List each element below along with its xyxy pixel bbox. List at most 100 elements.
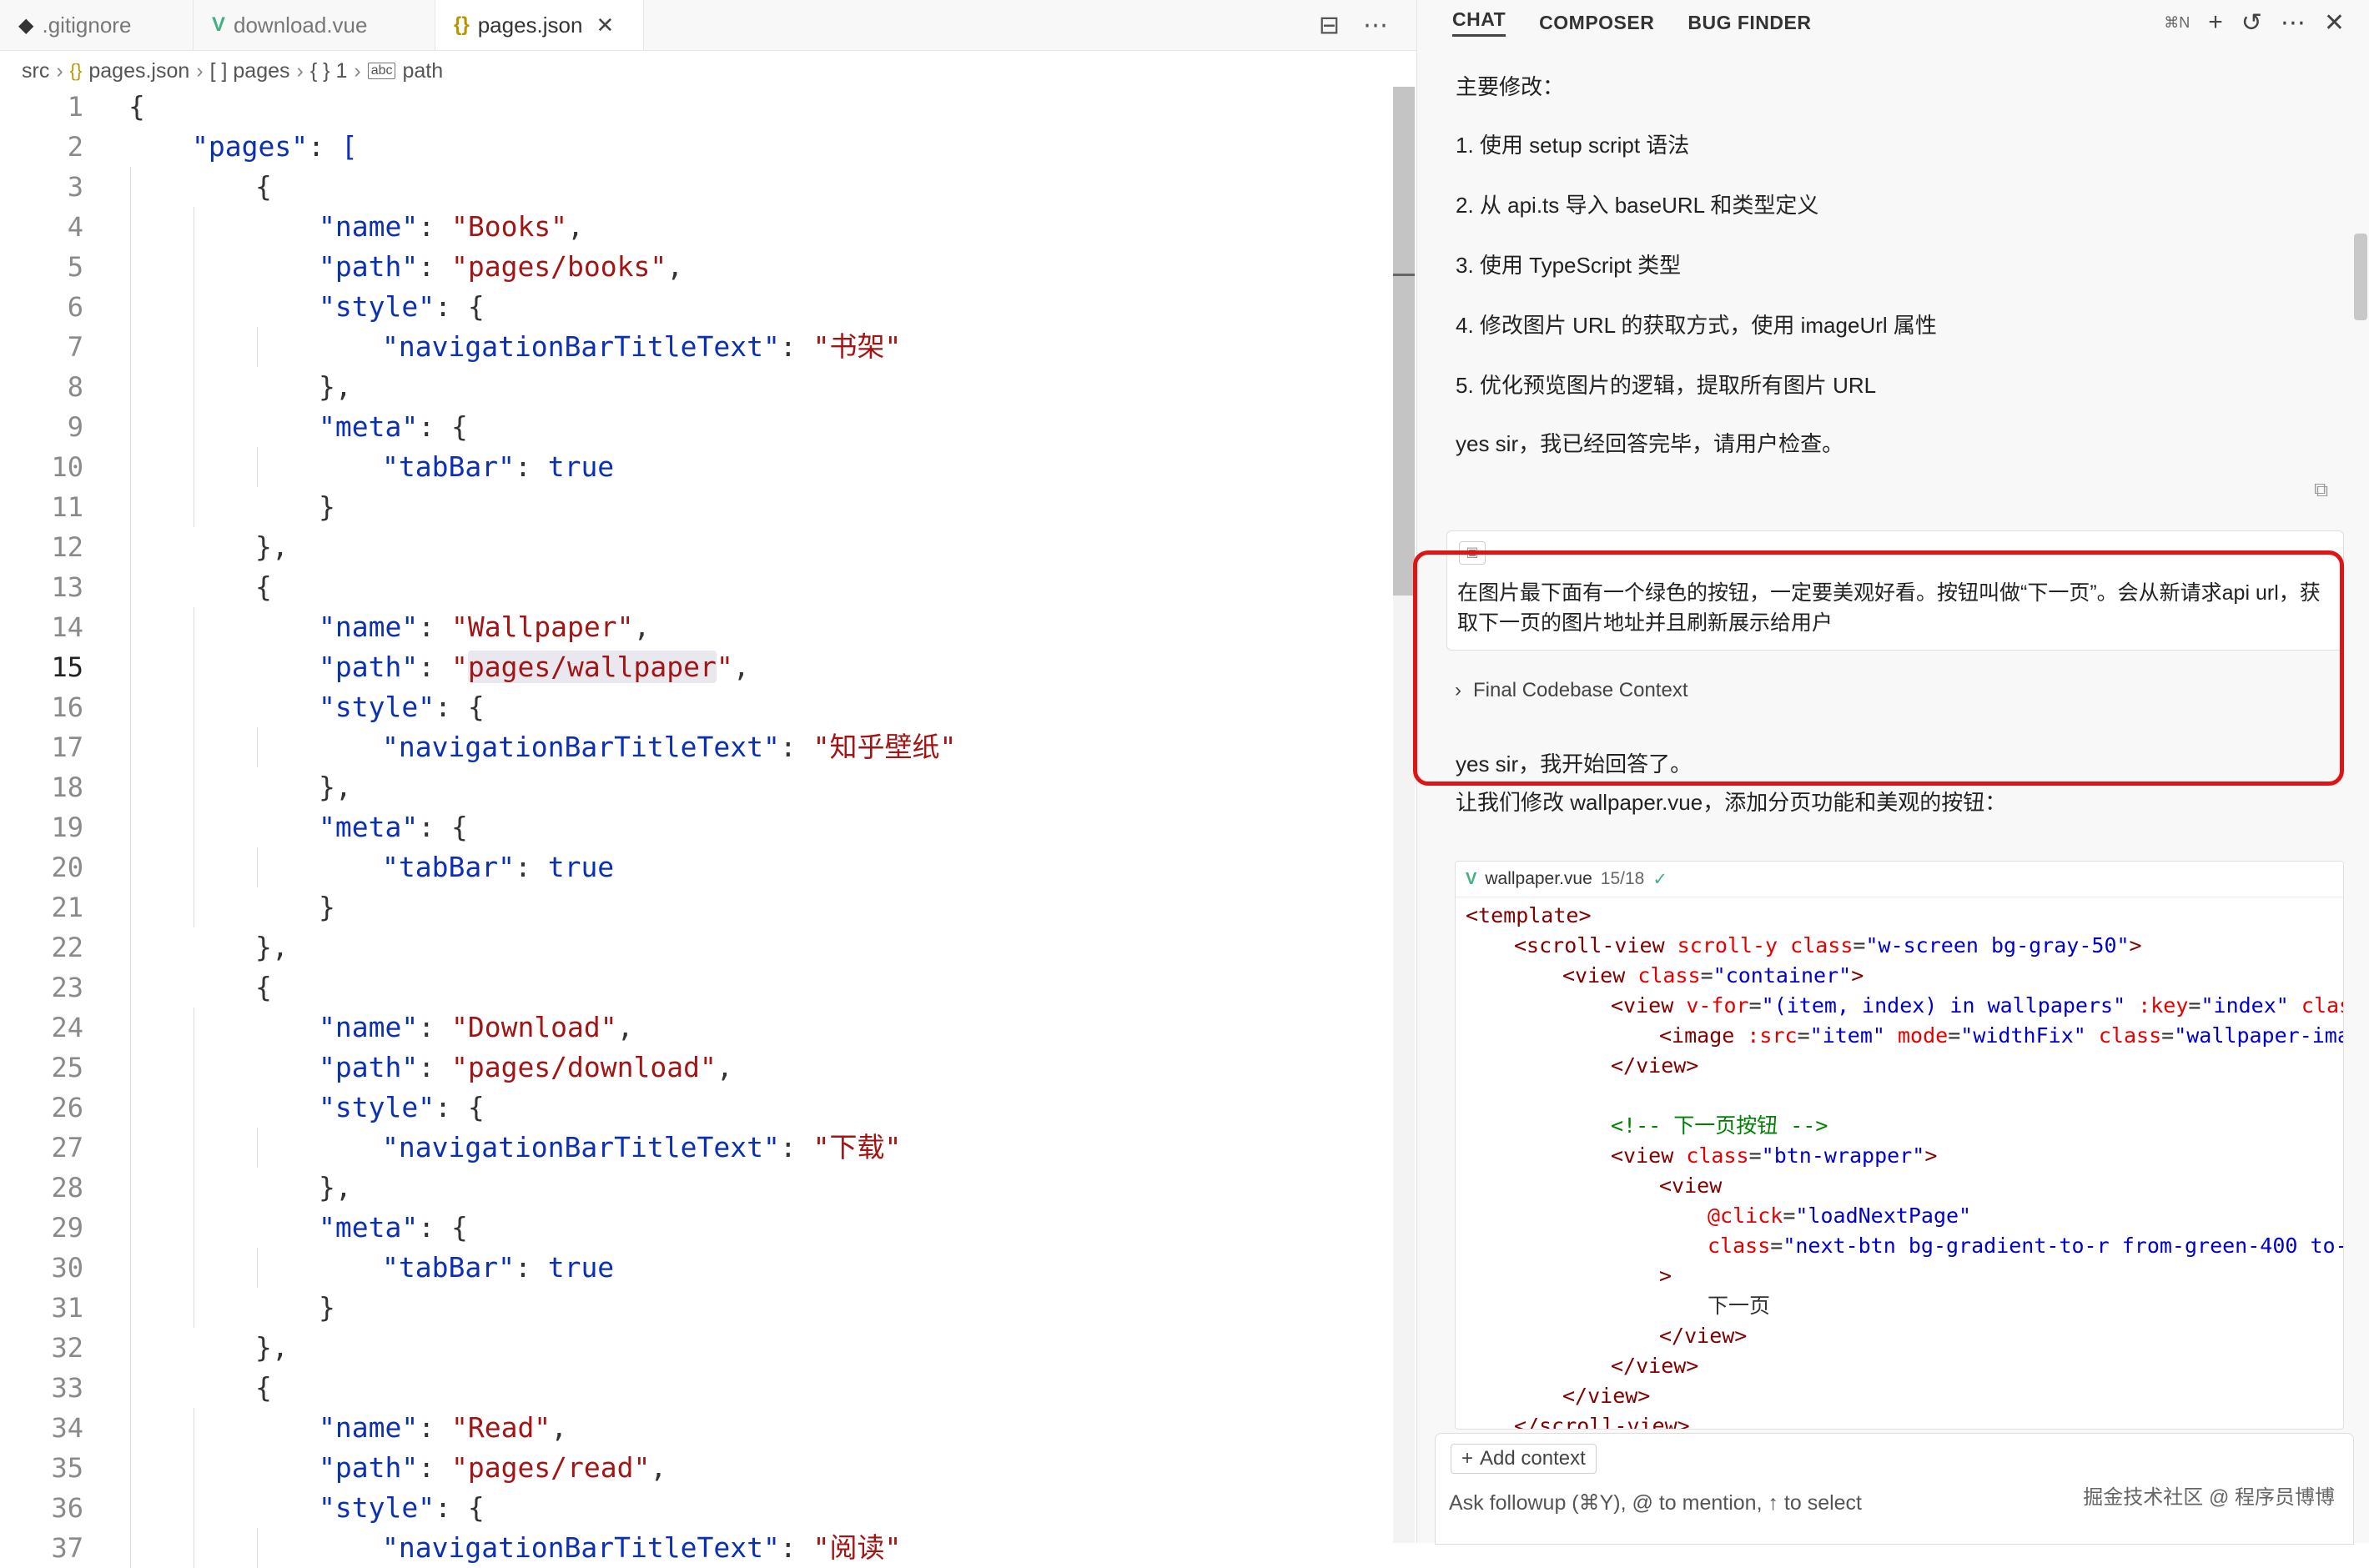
code-line[interactable]: 20 "tabBar": true xyxy=(0,847,1393,887)
code-line[interactable]: 13 { xyxy=(0,567,1393,607)
code-line[interactable]: 22}, xyxy=(0,927,1393,967)
indent-guide xyxy=(130,247,131,287)
code-line[interactable]: 35 "path": "pages/read", xyxy=(0,1448,1393,1488)
breadcrumb-item[interactable]: src xyxy=(22,59,49,83)
code-token: "name" xyxy=(319,1411,419,1444)
chat-input-area: + Add context 掘金技术社区 @ 程序员博博 xyxy=(1435,1433,2354,1545)
code-line[interactable]: 37 "navigationBarTitleText": "阅读" xyxy=(0,1528,1393,1568)
code-token: <view xyxy=(1659,1173,1723,1198)
code-token: <image xyxy=(1659,1023,1748,1048)
code-line[interactable]: 5 "path": "pages/books", xyxy=(0,247,1393,287)
code-line[interactable]: 3{ xyxy=(0,167,1393,207)
code-line[interactable]: 30 "tabBar": true xyxy=(0,1248,1393,1288)
breadcrumb-item[interactable]: [ ] pages xyxy=(210,59,290,83)
code-line[interactable]: 25 "path": "pages/download", xyxy=(0,1048,1393,1088)
code-token: "btn-wrapper" xyxy=(1761,1143,1925,1168)
code-line[interactable]: 26 "style": { xyxy=(0,1088,1393,1128)
code-line[interactable]: 23 { xyxy=(0,967,1393,1008)
line-number: 13 xyxy=(51,571,83,603)
code-token: = xyxy=(2188,993,2201,1018)
plus-icon[interactable]: + xyxy=(2208,8,2223,37)
code-line[interactable]: 11} xyxy=(0,487,1393,527)
add-context-button[interactable]: + Add context xyxy=(1451,1444,1597,1474)
code-line[interactable]: 36 "style": { xyxy=(0,1488,1393,1528)
code-line[interactable]: 12}, xyxy=(0,527,1393,567)
code-line[interactable]: 28}, xyxy=(0,1168,1393,1208)
code-line[interactable]: 15 "path": "pages/wallpaper", xyxy=(0,647,1393,687)
close-icon[interactable]: ✕ xyxy=(2324,8,2345,38)
line-number: 19 xyxy=(51,812,83,843)
tab-gitignore[interactable]: ◆ .gitignore xyxy=(0,0,194,50)
code-line[interactable]: 18}, xyxy=(0,767,1393,807)
code-line[interactable]: 27 "navigationBarTitleText": "下载" xyxy=(0,1128,1393,1168)
code-line[interactable]: 33 { xyxy=(0,1368,1393,1408)
indent-guide xyxy=(257,1528,258,1568)
chat-scrollbar-thumb[interactable] xyxy=(2354,234,2367,320)
code-token: = xyxy=(1853,933,1866,957)
chevron-right-icon: › xyxy=(196,58,204,83)
split-editor-icon[interactable]: ⊟ xyxy=(1319,11,1340,40)
code-line[interactable]: 17 "navigationBarTitleText": "知乎壁纸" xyxy=(0,727,1393,767)
code-line[interactable]: 10 "tabBar": true xyxy=(0,447,1393,487)
indent-guide xyxy=(130,1528,131,1568)
code-block-line: <template> xyxy=(1456,901,2343,931)
indent-guide xyxy=(130,687,131,727)
code-text: "path": "pages/books", xyxy=(319,247,683,287)
breadcrumb-item[interactable]: path xyxy=(402,59,443,83)
code-token: { xyxy=(255,1371,272,1404)
breadcrumb-item[interactable]: { } 1 xyxy=(310,59,348,83)
copy-icon[interactable]: ⧉ xyxy=(2314,479,2328,502)
scrollbar-thumb[interactable] xyxy=(1393,87,1415,596)
code-token: "name" xyxy=(319,1011,419,1043)
editor-scrollbar[interactable] xyxy=(1393,87,1415,1543)
check-icon: ✓ xyxy=(1652,869,1667,889)
code-token: : xyxy=(418,1011,451,1043)
code-line[interactable]: 24 "name": "Download", xyxy=(0,1008,1393,1048)
code-line[interactable]: 4 "name": "Books", xyxy=(0,207,1393,247)
code-area[interactable]: 1{2 "pages": [3{4 "name": "Books", 5 "path":… xyxy=(0,87,1393,1568)
editor-actions: ⊟ ⋯ xyxy=(1319,0,1388,50)
tab-label: .gitignore xyxy=(42,12,132,38)
code-line[interactable]: 2 "pages": [ xyxy=(0,127,1393,167)
indent-guide xyxy=(257,1128,258,1168)
summary-item: 5. 优化预览图片的逻辑，提取所有图片 URL xyxy=(1456,373,1877,398)
code-line[interactable]: 9 "meta": { xyxy=(0,407,1393,447)
tab-download-vue[interactable]: V download.vue xyxy=(194,0,435,50)
code-line[interactable]: 6 "style": { xyxy=(0,287,1393,327)
code-line[interactable]: 19 "meta": { xyxy=(0,807,1393,847)
breadcrumb-item[interactable]: pages.json xyxy=(88,59,189,83)
code-token: : xyxy=(418,1451,451,1484)
tab-bug-finder[interactable]: BUG FINDER xyxy=(1687,12,1811,34)
code-block-body[interactable]: <template> <scroll-view scroll-y class="w… xyxy=(1456,897,2344,1429)
code-line[interactable]: 8}, xyxy=(0,367,1393,407)
code-text: "tabBar": true xyxy=(382,847,614,887)
more-icon[interactable]: ⋯ xyxy=(2281,8,2306,38)
code-line[interactable]: 1{ xyxy=(0,87,1393,127)
tab-chat[interactable]: CHAT xyxy=(1452,8,1506,37)
code-block-line: <view class="btn-wrapper"> xyxy=(1456,1141,2343,1171)
code-line[interactable]: 7 "navigationBarTitleText": "书架" xyxy=(0,327,1393,367)
code-text: }, xyxy=(319,367,352,407)
code-line[interactable]: 16 "style": { xyxy=(0,687,1393,727)
line-number: 16 xyxy=(51,691,83,723)
history-icon[interactable]: ↺ xyxy=(2241,8,2262,38)
code-line[interactable]: 34 "name": "Read", xyxy=(0,1408,1393,1448)
code-token: "style" xyxy=(319,691,435,723)
code-line[interactable]: 31} xyxy=(0,1288,1393,1328)
code-token: "next-btn bg-gradient-to-r from-green-40… xyxy=(1783,1234,2344,1258)
code-line[interactable]: 29 "meta": { xyxy=(0,1208,1393,1248)
tab-composer[interactable]: COMPOSER xyxy=(1539,12,1654,34)
more-icon[interactable]: ⋯ xyxy=(1363,11,1388,40)
code-token: 下一页 xyxy=(1708,1294,1771,1318)
code-text: "meta": { xyxy=(319,807,468,847)
code-line[interactable]: 21} xyxy=(0,887,1393,927)
tab-pages-json[interactable]: {} pages.json ✕ xyxy=(435,0,644,50)
code-token: </view> xyxy=(1611,1354,1699,1378)
code-token: "(item, index) in wallpapers" xyxy=(1761,993,2139,1018)
code-line[interactable]: 32}, xyxy=(0,1328,1393,1368)
code-line[interactable]: 14 "name": "Wallpaper", xyxy=(0,607,1393,647)
code-text: "path": "pages/wallpaper", xyxy=(319,647,750,687)
close-icon[interactable]: ✕ xyxy=(596,13,614,38)
code-token: class xyxy=(1637,963,1701,988)
code-block-filename[interactable]: wallpaper.vue xyxy=(1485,869,1592,889)
